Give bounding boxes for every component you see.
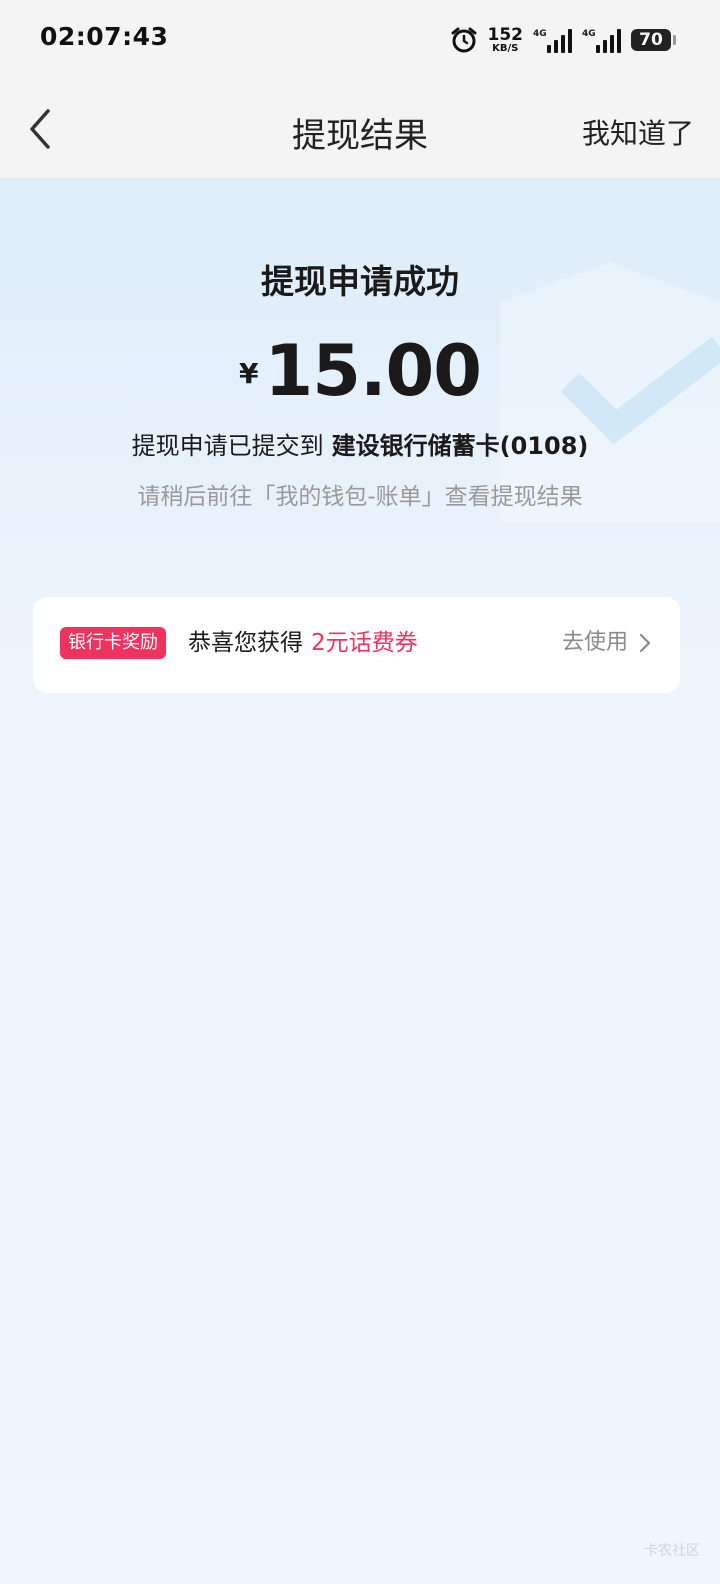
network-speed-value: 152: [487, 24, 524, 45]
hint-text: 请稍后前往「我的钱包-账单」查看提现结果: [137, 484, 583, 510]
nav-bar: 提现结果 我知道了: [0, 80, 720, 178]
use-coupon-label: 去使用: [561, 630, 628, 655]
reward-message: 恭喜您获得 2元话费券: [188, 627, 418, 659]
reward-badge: 银行卡奖励: [60, 627, 166, 659]
withdraw-amount: ¥15.00: [0, 330, 720, 412]
battery-level: 70: [631, 29, 671, 51]
watermark: 卡农社区: [644, 1543, 700, 1559]
success-title: 提现申请成功: [261, 262, 459, 301]
submit-info: 提现申请已提交到 建设银行储蓄卡(0108): [0, 426, 720, 461]
bank-card-name: 建设银行储蓄卡(0108): [331, 432, 589, 460]
status-icons: 152 KB/S 4G 4G 70: [450, 20, 676, 60]
currency-symbol: ¥: [239, 357, 259, 390]
network-speed: 152 KB/S: [487, 24, 524, 54]
use-coupon-button[interactable]: 去使用: [562, 627, 652, 659]
chevron-right-icon: [639, 633, 651, 653]
coupon-name: 2元话费券: [311, 630, 418, 656]
signal-sim1-icon: 4G: [533, 27, 572, 53]
reward-message-prefix: 恭喜您获得: [188, 630, 303, 656]
status-time: 02:07:43: [40, 22, 169, 51]
signal-sim2-icon: 4G: [582, 27, 621, 53]
signal-sim2-tag: 4G: [582, 29, 596, 39]
amount-value: 15.00: [264, 330, 482, 412]
signal-sim1-tag: 4G: [533, 29, 547, 39]
network-speed-unit: KB/S: [492, 42, 519, 54]
battery-icon: 70: [631, 29, 676, 51]
status-bar: 02:07:43 152 KB/S 4G 4G 70: [0, 0, 720, 80]
reward-card[interactable]: 银行卡奖励 恭喜您获得 2元话费券 去使用: [33, 597, 680, 693]
submit-prefix: 提现申请已提交到: [131, 432, 324, 460]
alarm-clock-icon: [451, 27, 476, 53]
got-it-button[interactable]: 我知道了: [582, 112, 694, 152]
